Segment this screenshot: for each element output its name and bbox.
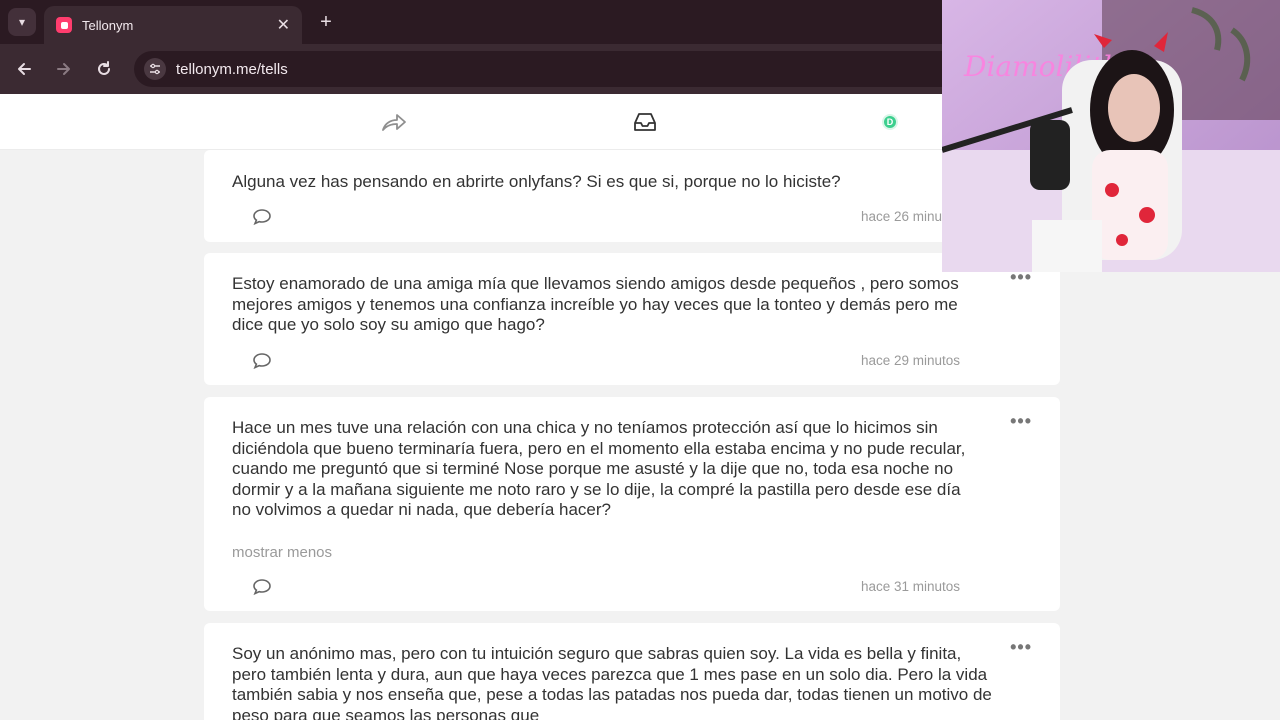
profile-initial: D bbox=[882, 114, 898, 130]
webcam-scene-image: Diamolilith bbox=[942, 0, 1280, 272]
reload-icon[interactable] bbox=[90, 55, 118, 83]
comment-bubble-icon[interactable] bbox=[252, 352, 272, 370]
inbox-tray-icon[interactable] bbox=[632, 110, 658, 134]
share-arrow-icon[interactable] bbox=[380, 110, 408, 134]
tell-card: ••• Estoy enamorado de una amiga mía que… bbox=[204, 253, 1060, 385]
tell-text: Hace un mes tuve una relación con una ch… bbox=[232, 418, 966, 519]
address-bar[interactable]: tellonym.me/tells bbox=[134, 51, 1034, 87]
page-scrollbar[interactable] bbox=[1262, 272, 1280, 720]
comment-bubble-icon[interactable] bbox=[252, 208, 272, 226]
browser-tab[interactable]: Tellonym ✕ bbox=[44, 6, 302, 44]
tell-card: Alguna vez has pensando en abrirte onlyf… bbox=[204, 150, 1060, 242]
tab-list-chevron-icon[interactable]: ▾ bbox=[8, 8, 36, 36]
tell-options-menu-icon[interactable]: ••• bbox=[1010, 411, 1032, 432]
tell-text: Alguna vez has pensando en abrirte onlyf… bbox=[232, 172, 841, 191]
tab-title: Tellonym bbox=[82, 17, 134, 33]
tab-close-icon[interactable]: ✕ bbox=[277, 15, 290, 35]
tellonym-favicon-icon bbox=[56, 17, 72, 33]
forward-arrow-icon[interactable] bbox=[50, 55, 78, 83]
new-tab-plus-icon[interactable]: + bbox=[314, 10, 338, 34]
tell-options-menu-icon[interactable]: ••• bbox=[1010, 637, 1032, 658]
tell-text: Soy un anónimo mas, pero con tu intuició… bbox=[232, 644, 992, 720]
tell-timestamp: hace 31 minutos bbox=[860, 579, 960, 594]
webcam-overlay: Diamolilith bbox=[942, 0, 1280, 272]
tell-card: ••• Hace un mes tuve una relación con un… bbox=[204, 397, 1060, 611]
site-info-tune-icon[interactable] bbox=[144, 58, 166, 80]
url-text: tellonym.me/tells bbox=[176, 60, 288, 78]
comment-bubble-icon[interactable] bbox=[252, 578, 272, 596]
tell-timestamp: hace 29 minutos bbox=[860, 353, 960, 368]
show-less-link[interactable]: mostrar menos bbox=[232, 544, 332, 561]
tell-card: ••• Soy un anónimo mas, pero con tu intu… bbox=[204, 623, 1060, 720]
back-arrow-icon[interactable] bbox=[10, 55, 38, 83]
profile-avatar[interactable]: D bbox=[882, 114, 898, 130]
tell-text: Estoy enamorado de una amiga mía que lle… bbox=[232, 274, 959, 334]
